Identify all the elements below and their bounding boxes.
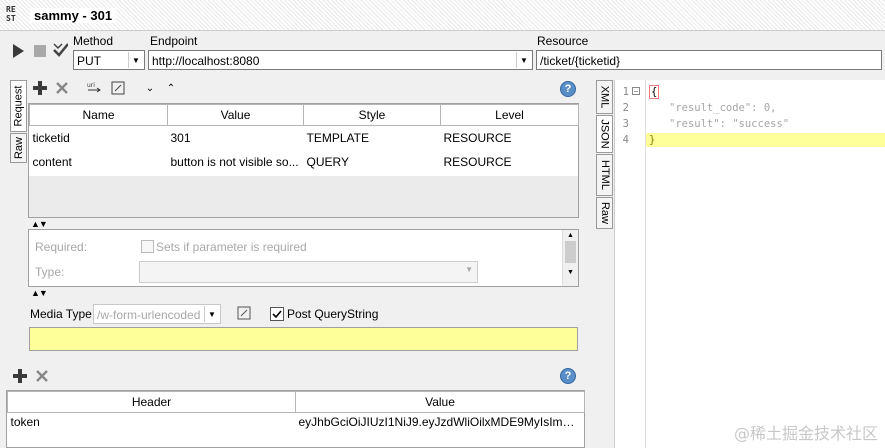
param-details-panel: Required: Sets if parameter is required … <box>28 229 579 287</box>
tab-raw-request[interactable]: Raw <box>10 133 27 163</box>
params-table: Name Value Style Level ticketid 301 TEMP… <box>29 104 579 174</box>
rest-logo-icon: RE ST <box>6 5 16 23</box>
tab-json[interactable]: JSON <box>596 115 613 153</box>
param-name[interactable]: content <box>30 150 168 174</box>
required-check-label: Sets if parameter is required <box>156 240 307 254</box>
json-line: "result_code": 0, <box>669 102 777 114</box>
column-header-header[interactable]: Header <box>7 391 296 413</box>
svg-text:uri: uri <box>87 82 95 89</box>
column-header-style[interactable]: Style <box>303 104 441 126</box>
method-select[interactable]: PUT ▼ <box>73 50 145 70</box>
chevron-down-icon[interactable]: ▼ <box>516 52 531 68</box>
tab-request[interactable]: Request <box>10 80 27 132</box>
move-up-icon[interactable]: ⌃ <box>163 80 179 96</box>
response-editor[interactable]: 1 − 2 3 4 { "result_code": 0, "result": … <box>614 80 885 448</box>
add-icon[interactable] <box>12 368 28 384</box>
collapse-icon[interactable]: − <box>632 87 640 96</box>
table-row[interactable]: content button is not visible so... QUER… <box>30 150 579 174</box>
remove-icon[interactable] <box>34 368 50 384</box>
move-down-icon[interactable]: ⌄ <box>142 80 158 96</box>
watermark: @稀土掘金技术社区 <box>734 424 879 443</box>
headers-table-panel: Header Value token eyJhbGciOiJIUzI1NiJ9.… <box>6 390 585 448</box>
column-header-level[interactable]: Level <box>440 104 579 126</box>
tab-html[interactable]: HTML <box>596 154 613 196</box>
line-number: 2 <box>622 102 629 114</box>
remove-icon[interactable] <box>54 80 70 96</box>
param-level[interactable]: RESOURCE <box>441 150 579 174</box>
line-number: 3 <box>622 118 629 130</box>
params-empty-area <box>29 176 578 217</box>
param-style[interactable]: TEMPLATE <box>304 126 441 151</box>
json-line: } <box>649 134 656 146</box>
table-row[interactable]: token eyJhbGciOiJIUzI1NiJ9.eyJzdWliOilxM… <box>8 413 585 432</box>
tab-xml[interactable]: XML <box>596 80 613 114</box>
header-name[interactable]: token <box>8 413 296 432</box>
media-type-label: Media Type <box>30 307 92 321</box>
post-querystring-label: Post QueryString <box>287 307 379 321</box>
edit-icon[interactable] <box>236 305 252 321</box>
edit-icon[interactable] <box>110 80 126 96</box>
resource-label: Resource <box>537 34 589 48</box>
table-row[interactable]: ticketid 301 TEMPLATE RESOURCE <box>30 126 579 151</box>
encode-icon[interactable]: uri <box>86 80 102 96</box>
headers-table: Header Value token eyJhbGciOiJIUzI1NiJ9.… <box>7 391 585 431</box>
endpoint-label: Endpoint <box>150 34 198 48</box>
play-icon[interactable] <box>10 43 26 59</box>
param-name[interactable]: ticketid <box>30 126 168 151</box>
chevron-down-icon[interactable]: ▼ <box>128 52 143 68</box>
tab-raw-response[interactable]: Raw <box>596 197 613 229</box>
endpoint-value: http://localhost:8080 <box>152 54 260 68</box>
column-header-value[interactable]: Value <box>295 391 585 413</box>
help-icon[interactable]: ? <box>560 81 576 97</box>
param-level[interactable]: RESOURCE <box>441 126 579 151</box>
media-type-select[interactable]: /w-form-urlencoded ▼ <box>93 304 221 324</box>
header-value[interactable]: eyJhbGciOiJIUzI1NiJ9.eyJzdWliOilxMDE9MyI… <box>296 413 585 432</box>
add-icon[interactable] <box>32 80 48 96</box>
resource-value: /ticket/{ticketid} <box>540 54 621 68</box>
window-title: sammy - 301 <box>30 8 117 23</box>
method-label: Method <box>73 34 114 48</box>
json-line: "result": "success" <box>669 118 790 130</box>
current-line-highlight <box>646 133 885 147</box>
required-label: Required: <box>35 240 88 254</box>
param-style[interactable]: QUERY <box>304 150 441 174</box>
post-querystring-checkbox[interactable] <box>270 307 284 321</box>
required-checkbox[interactable] <box>141 240 154 253</box>
window-titlebar: RE ST sammy - 301 <box>0 0 885 31</box>
param-value[interactable]: 301 <box>168 126 304 151</box>
tick-icon[interactable] <box>52 42 68 58</box>
params-header-row: Name Value Style Level <box>29 104 579 126</box>
type-label: Type: <box>35 265 65 279</box>
line-number: 1 <box>622 86 629 98</box>
chevron-down-icon[interactable]: ▼ <box>465 265 473 274</box>
splitter-handle[interactable]: ▲▼ <box>31 288 48 298</box>
params-table-panel: Name Value Style Level ticketid 301 TEMP… <box>28 103 579 218</box>
headers-header-row: Header Value <box>7 391 585 413</box>
method-value: PUT <box>77 54 101 68</box>
type-select[interactable]: ▼ <box>139 261 478 283</box>
line-number: 4 <box>622 134 629 146</box>
endpoint-select[interactable]: http://localhost:8080 ▼ <box>148 50 533 70</box>
details-scrollbar[interactable]: ▲ ▼ <box>562 230 578 286</box>
column-header-value[interactable]: Value <box>167 104 304 126</box>
splitter-handle[interactable]: ▲▼ <box>31 219 48 229</box>
chevron-down-icon[interactable]: ▼ <box>204 306 219 322</box>
json-line: { <box>649 85 660 99</box>
media-type-value: /w-form-urlencoded <box>97 308 201 322</box>
param-value[interactable]: button is not visible so... <box>168 150 304 174</box>
request-body-editor[interactable] <box>29 327 578 351</box>
help-icon[interactable]: ? <box>560 368 576 384</box>
stop-icon[interactable] <box>32 43 48 59</box>
resource-field[interactable]: /ticket/{ticketid} <box>536 50 882 70</box>
column-header-name[interactable]: Name <box>29 104 168 126</box>
